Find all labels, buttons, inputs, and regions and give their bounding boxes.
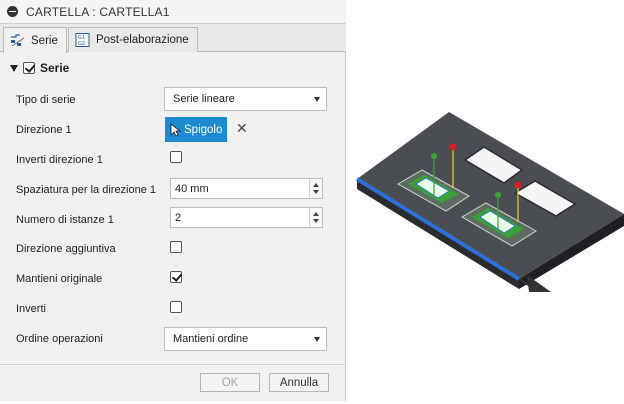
direction1-button-label: Spigolo [184,123,223,136]
svg-text:G2: G2 [78,41,85,47]
tab-bar: Serie G1 G2 Post-elaborazione [0,24,346,53]
plate-model[interactable] [347,0,624,401]
expand-arrow-icon[interactable] [10,64,18,72]
pattern-dialog: CARTELLA : CARTELLA1 Serie G1 G2 Post-el… [0,0,346,401]
invert-label: Inverti [16,303,46,315]
collapse-icon[interactable] [7,6,18,17]
cancel-button[interactable]: Annulla [269,373,329,392]
spacing1-stepper[interactable] [309,179,322,198]
operation-order-select[interactable]: Mantieni ordine [164,327,327,351]
clear-selection-icon[interactable]: ✕ [236,120,248,137]
tab-serie[interactable]: Serie [3,27,67,53]
operation-order-value: Mantieni ordine [173,333,249,345]
spacing1-value: 40 mm [175,182,209,195]
cursor-arrow-icon [170,122,181,137]
spacing1-label: Spaziatura per la direzione 1 [16,184,157,196]
group-serie-checkbox[interactable] [23,62,35,74]
pattern-icon [11,33,25,46]
pattern-type-select[interactable]: Serie lineare [164,87,327,111]
keep-original-label: Mantieni originale [16,273,103,285]
tab-serie-label: Serie [31,34,58,47]
dialog-title: CARTELLA : CARTELLA1 [26,4,170,19]
post-processing-icon: G1 G2 [75,33,90,47]
operation-order-label: Ordine operazioni [16,333,103,345]
instances1-value: 2 [175,211,182,224]
direction1-select-button[interactable]: Spigolo [165,117,227,142]
instances1-label: Numero di istanze 1 [16,214,114,226]
direction1-label: Direzione 1 [16,124,72,136]
group-serie-label: Serie [40,61,70,75]
tab-post-elaborazione-label: Post-elaborazione [96,34,189,46]
group-header-serie[interactable]: Serie [10,61,69,75]
chevron-down-icon [314,97,320,102]
dialog-titlebar[interactable]: CARTELLA : CARTELLA1 [0,0,346,24]
extra-direction-checkbox[interactable] [170,241,182,253]
instances1-stepper[interactable] [309,208,322,227]
invert-direction1-label: Inverti direzione 1 [16,154,103,166]
extra-direction-label: Direzione aggiuntiva [16,243,116,255]
pattern-type-value: Serie lineare [173,93,235,105]
3d-viewport[interactable] [347,0,624,401]
chevron-down-icon [314,337,320,342]
keep-original-checkbox[interactable] [170,271,182,283]
ok-button[interactable]: OK [200,373,260,392]
invert-checkbox[interactable] [170,301,182,313]
invert-direction1-checkbox[interactable] [170,151,182,163]
tab-post-elaborazione[interactable]: G1 G2 Post-elaborazione [68,27,198,52]
instances1-input[interactable]: 2 [170,207,323,228]
spacing1-input[interactable]: 40 mm [170,178,323,199]
pattern-type-label: Tipo di serie [16,94,76,106]
